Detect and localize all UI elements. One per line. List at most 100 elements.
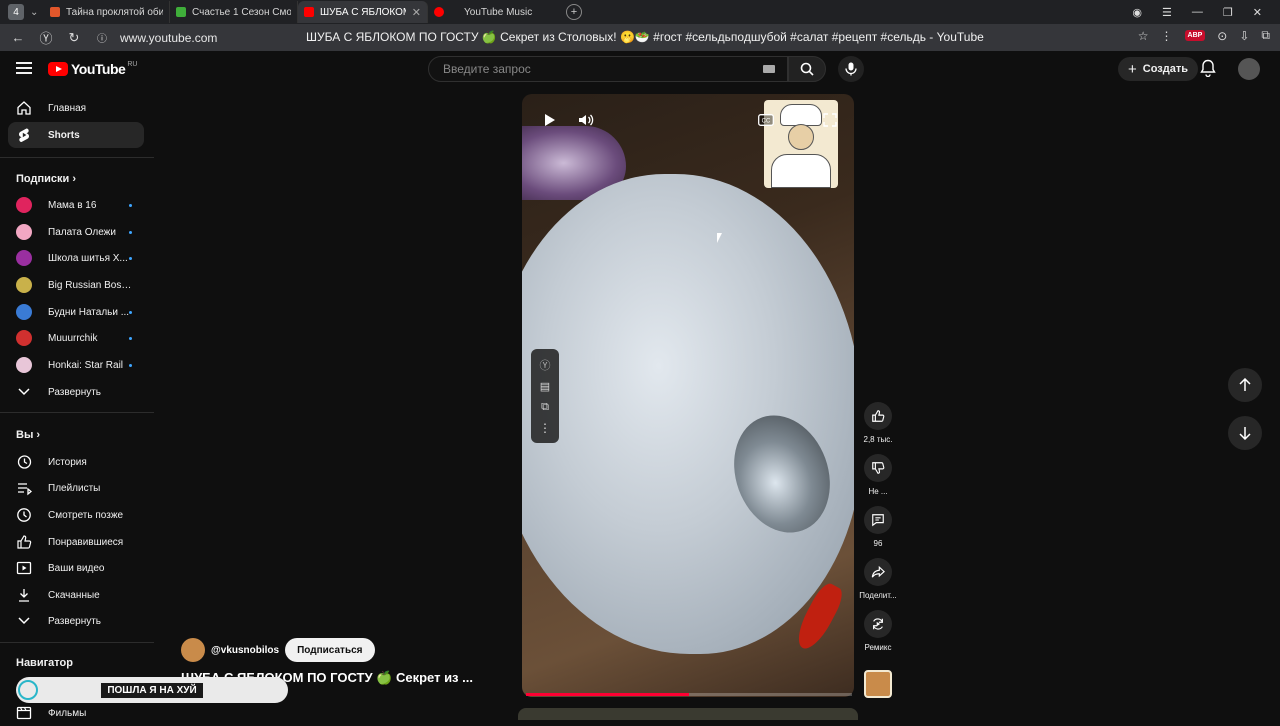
dislike-action[interactable]: Не ... (858, 454, 898, 496)
profile-icon[interactable]: ◉ (1132, 6, 1142, 19)
notification-toast: ПОШЛА Я НА ХУЙ (16, 677, 288, 703)
sidebar-item-liked[interactable]: Понравившиеся (8, 529, 144, 555)
channel-avatar[interactable] (181, 638, 205, 662)
remix-action[interactable]: Ремикс (858, 610, 898, 652)
remix-button[interactable] (864, 610, 892, 638)
site-info-icon[interactable]: ⓘ (92, 30, 112, 45)
youtube-logo[interactable]: YouTube RU (48, 61, 137, 77)
create-label: Создать (1142, 63, 1189, 75)
sidebar-item-shorts[interactable]: Shorts (8, 122, 144, 148)
sidebar-item-home[interactable]: Главная (8, 95, 144, 121)
yandex-assistant-icon[interactable]: Ⓨ (540, 357, 551, 373)
sidebar-item-label: Понравившиеся (48, 536, 124, 548)
sidebar-subscription[interactable]: Будни Натальи ... (8, 299, 144, 325)
extensions-icon[interactable]: ⧉ (1261, 28, 1270, 43)
sidebar-divider (0, 412, 154, 413)
minimize-icon[interactable]: — (1192, 6, 1203, 18)
search-input[interactable] (441, 61, 741, 77)
notifications-button[interactable] (1200, 59, 1216, 77)
sidebar-subscription[interactable]: Honkai: Star Rail (8, 352, 144, 378)
next-short-button[interactable] (1228, 416, 1262, 450)
sidebar-item-label: Muuurrchik (48, 332, 98, 344)
chevron-right-icon: › (36, 429, 41, 441)
comments-button[interactable] (864, 506, 892, 534)
thumbs-down-icon (872, 462, 885, 474)
address-bar: ← Ⓨ ↻ ⓘ www.youtube.com ШУБА С ЯБЛОКОМ П… (0, 24, 1280, 51)
tab-list-chevron-icon[interactable]: ⌄ (30, 7, 44, 18)
sidebar-item-label: История (48, 456, 87, 468)
you-header[interactable]: Вы › (16, 429, 40, 441)
browser-tab-1[interactable]: Тайна проклятой обител (44, 1, 170, 23)
browser-tab-3-active[interactable]: ШУБА С ЯБЛОКОМ ПО ✕ (298, 1, 428, 23)
maximize-icon[interactable]: ❐ (1223, 6, 1233, 19)
shorts-icon (16, 127, 32, 143)
close-tab-icon[interactable]: ✕ (412, 6, 421, 19)
sidebar-item-watch-later[interactable]: Смотреть позже (8, 502, 144, 528)
sidebar-item-your-videos[interactable]: Ваши видео (8, 555, 144, 581)
plus-icon: + (1128, 60, 1137, 78)
media-icon[interactable]: ⊙ (1217, 29, 1227, 43)
reload-icon[interactable]: ↻ (64, 30, 84, 46)
volume-button[interactable] (576, 110, 596, 130)
new-tab-button[interactable]: + (566, 4, 582, 20)
keyboard-icon[interactable] (763, 65, 775, 73)
sidebar-item-history[interactable]: История (8, 449, 144, 475)
more-options-icon[interactable]: ⋮ (539, 421, 551, 435)
comments-action[interactable]: 96 (858, 506, 898, 548)
sidebar-subscription[interactable]: Палата Олежи (8, 219, 144, 245)
captions-button[interactable]: CC (756, 110, 776, 130)
like-button[interactable] (864, 402, 892, 430)
voice-search-button[interactable] (838, 56, 864, 82)
more-icon[interactable]: ⋮ (1161, 29, 1173, 43)
menu-icon[interactable] (16, 62, 32, 74)
picture-in-picture-icon[interactable]: ⧉ (541, 401, 549, 414)
sidebar-item-movies[interactable]: Фильмы (8, 700, 144, 726)
remix-icon (873, 618, 883, 630)
video-frame-salad (522, 174, 854, 654)
next-short-preview[interactable] (518, 708, 858, 720)
search-button[interactable] (788, 56, 826, 82)
mouse-cursor (717, 233, 722, 243)
sidebar-subscription[interactable]: Big Russian Boss S... (8, 272, 144, 298)
back-icon[interactable]: ← (8, 30, 28, 45)
subscribe-button[interactable]: Подписаться (285, 638, 375, 662)
arrow-down-icon (1239, 427, 1251, 440)
bookmark-icon[interactable]: ☆ (1138, 29, 1149, 43)
channel-thumbnail[interactable] (864, 670, 892, 698)
share-action[interactable]: Поделит... (858, 558, 898, 600)
subscriptions-header[interactable]: Подписки › (16, 173, 76, 185)
sidebar-subscription[interactable]: Muuurrchik (8, 325, 144, 351)
shorts-video-player[interactable]: CC (522, 94, 854, 697)
account-avatar[interactable] (1238, 58, 1260, 80)
sidebar-item-downloads[interactable]: Скачанные (8, 582, 144, 608)
share-button[interactable] (864, 558, 892, 586)
like-action[interactable]: 2,8 тыс. (858, 402, 898, 444)
tab-count-badge[interactable]: 4 (8, 4, 24, 20)
sidebar-subscription[interactable]: Школа шитья Х... (8, 245, 144, 271)
browser-tab-2[interactable]: Счастье 1 Сезон Смотре (170, 1, 298, 23)
close-window-icon[interactable]: ✕ (1253, 6, 1262, 19)
microphone-icon (845, 62, 857, 76)
yandex-icon[interactable]: Ⓨ (36, 28, 56, 47)
url-text[interactable]: www.youtube.com (120, 31, 217, 45)
adblock-extension-icon[interactable]: ABP (1184, 30, 1206, 41)
sidebar-subscription[interactable]: Мама в 16 (8, 192, 144, 218)
fullscreen-button[interactable] (820, 110, 840, 130)
sidebar-expand-you[interactable]: Развернуть (8, 608, 144, 634)
create-button[interactable]: + Создать (1118, 57, 1199, 81)
channel-info: @vkusnobilos Подписаться (181, 638, 375, 662)
sidebar-expand-subscriptions[interactable]: Развернуть (8, 379, 144, 405)
sidebar-item-playlists[interactable]: Плейлисты (8, 475, 144, 501)
sound-source-action[interactable] (858, 670, 898, 698)
search-icon (800, 62, 814, 76)
video-side-panel: Ⓨ ▤ ⧉ ⋮ (531, 349, 559, 443)
downloads-icon[interactable]: ⇩ (1239, 29, 1249, 43)
play-button[interactable] (540, 110, 560, 130)
video-progress-bar[interactable] (526, 693, 852, 696)
tab-menu-icon[interactable]: ☰ (1162, 6, 1172, 19)
channel-name[interactable]: @vkusnobilos (211, 645, 279, 656)
dislike-button[interactable] (864, 454, 892, 482)
subtitles-icon[interactable]: ▤ (540, 380, 550, 393)
browser-tab-4[interactable]: YouTube Music (428, 1, 558, 23)
previous-short-button[interactable] (1228, 368, 1262, 402)
